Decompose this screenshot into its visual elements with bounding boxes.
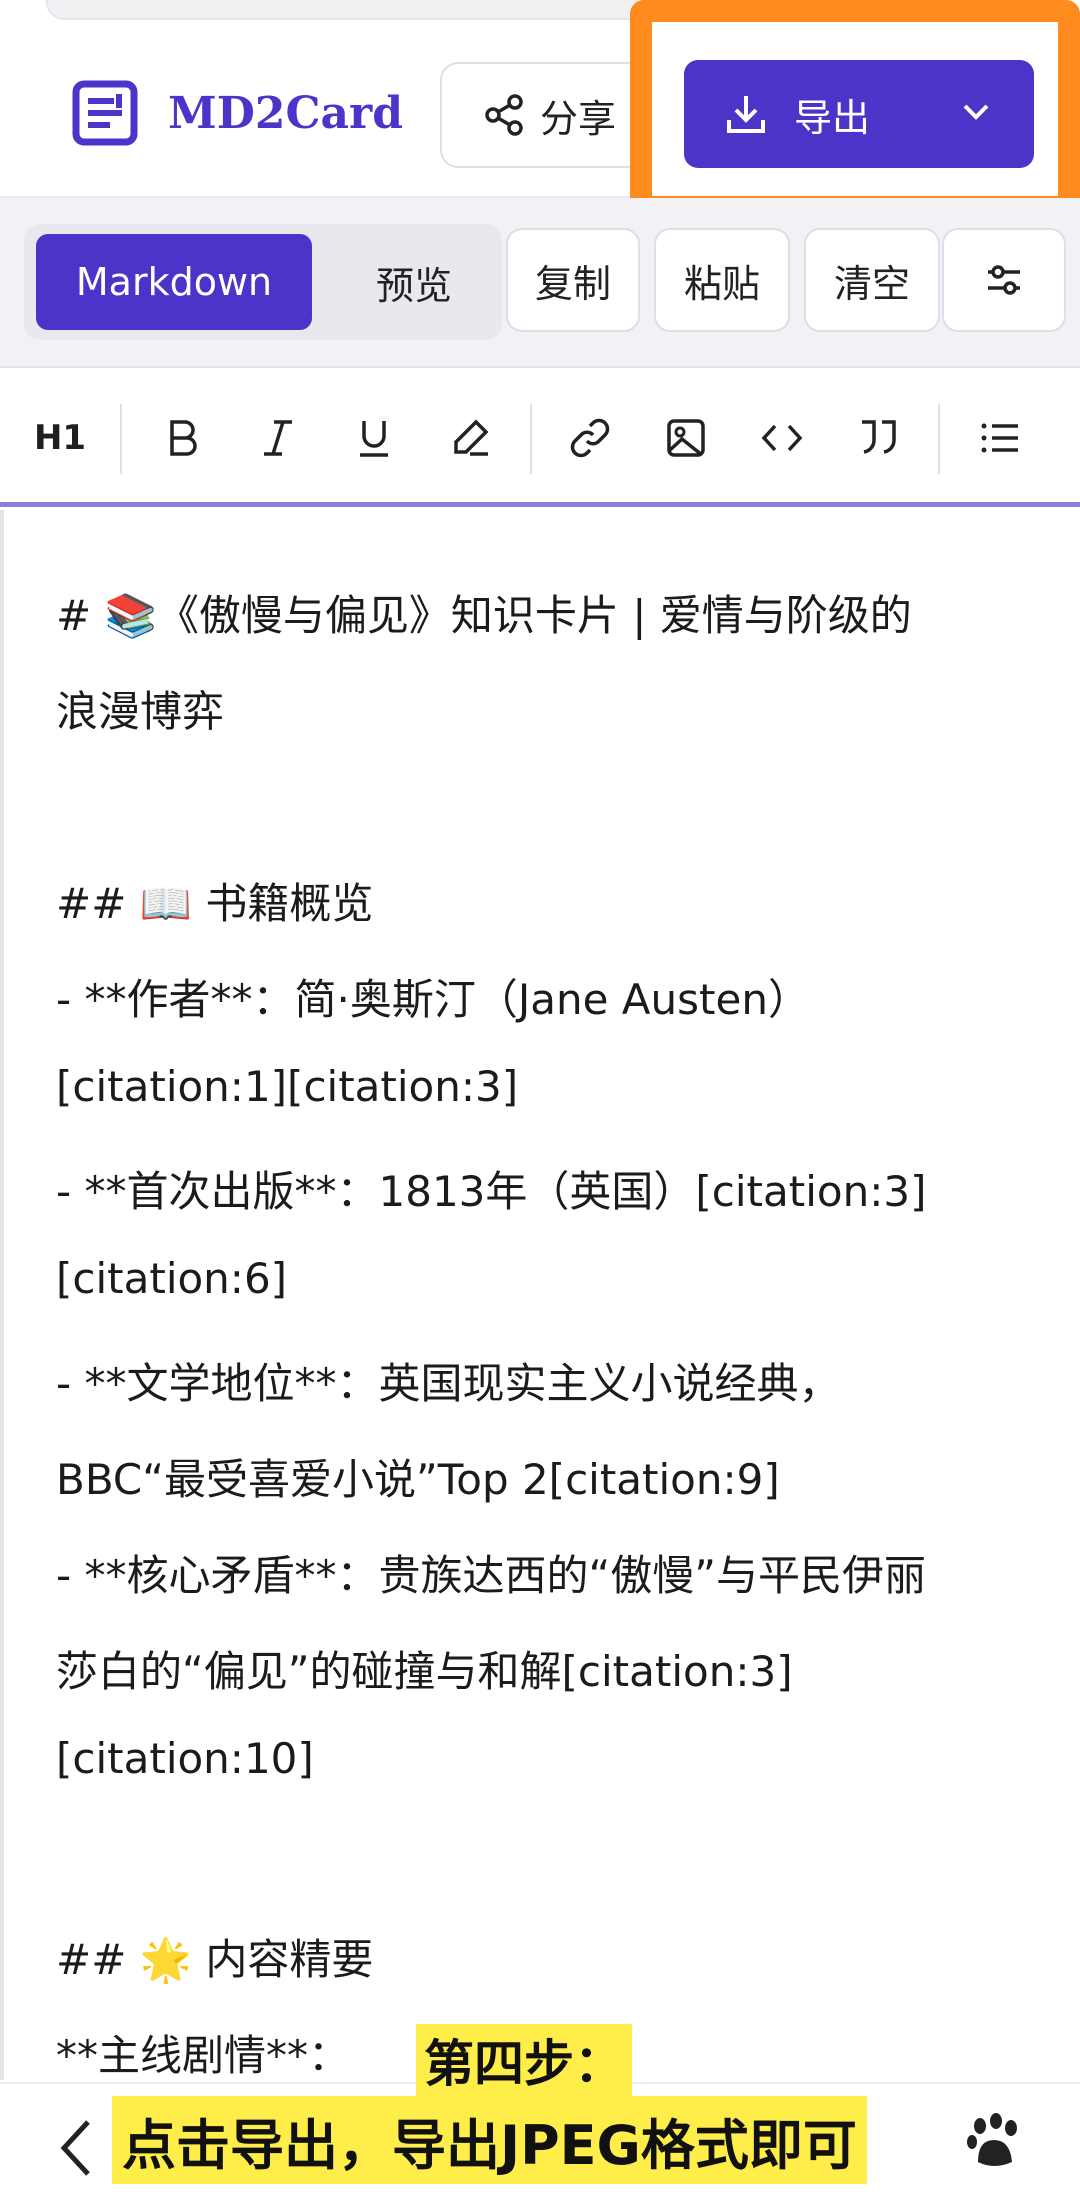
- editor-line: 浪漫博弈: [56, 687, 225, 736]
- export-label: 导出: [794, 95, 871, 140]
- download-icon: [727, 96, 765, 133]
- brand[interactable]: MD2Card: [72, 80, 403, 146]
- logo-icon: [72, 80, 138, 146]
- link-icon: [570, 418, 610, 458]
- underline-button[interactable]: [346, 410, 402, 466]
- markdown-editor[interactable]: # 📚《傲慢与偏见》知识卡片 | 爱情与阶级的 浪漫博弈 ## 📖 书籍概览 -…: [0, 510, 1080, 2080]
- separator: [530, 404, 532, 474]
- settings-button[interactable]: [942, 228, 1066, 332]
- separator: [120, 404, 122, 474]
- bold-button[interactable]: [154, 410, 210, 466]
- list-icon: [981, 423, 1018, 453]
- italic-icon: [264, 420, 292, 456]
- quote-icon: [862, 420, 896, 454]
- step-instruction-caption: 点击导出，导出JPEG格式即可: [112, 2096, 867, 2184]
- image-button[interactable]: [658, 410, 714, 466]
- share-button[interactable]: 分享: [440, 62, 658, 168]
- heading-button[interactable]: H1: [32, 410, 88, 466]
- tab-preview[interactable]: 预览: [326, 234, 502, 330]
- editor-line: - **首次出版**：1813年（英国）[citation:3]: [56, 1167, 927, 1216]
- highlight-button[interactable]: [442, 410, 498, 466]
- editor-line: - **核心矛盾**：贵族达西的“傲慢”与平民伊丽: [56, 1551, 927, 1600]
- separator: [938, 404, 940, 474]
- image-icon: [667, 419, 705, 457]
- italic-button[interactable]: [250, 410, 306, 466]
- editor-line: [citation:6]: [56, 1254, 288, 1303]
- link-button[interactable]: [562, 410, 618, 466]
- heading-label: H1: [33, 418, 87, 458]
- copy-button[interactable]: 复制: [506, 228, 640, 332]
- clear-button[interactable]: 清空: [804, 228, 940, 332]
- paste-button[interactable]: 粘贴: [654, 228, 790, 332]
- editor-line: ## 📖 书籍概览: [56, 879, 374, 928]
- editor-line: ## 🌟 内容精要: [56, 1935, 374, 1984]
- list-button[interactable]: [972, 410, 1028, 466]
- tab-markdown[interactable]: Markdown: [36, 234, 312, 330]
- code-button[interactable]: [754, 410, 810, 466]
- bold-icon: [170, 420, 197, 456]
- chevron-down-icon[interactable]: [958, 94, 994, 130]
- export-button[interactable]: 导出: [684, 60, 1034, 168]
- baidu-paw-icon[interactable]: [964, 2112, 1024, 2172]
- highlighter-icon: [454, 419, 489, 456]
- editor-line: [citation:1][citation:3]: [56, 1062, 519, 1111]
- back-chevron-icon[interactable]: [56, 2116, 96, 2180]
- editor-line: [citation:10]: [56, 1734, 314, 1783]
- share-icon: [485, 94, 523, 136]
- editor-line: 莎白的“偏见”的碰撞与和解[citation:3]: [56, 1647, 793, 1696]
- editor-line: # 📚《傲慢与偏见》知识卡片 | 爱情与阶级的: [56, 591, 912, 640]
- editor-line: - **作者**：简·奥斯汀（Jane Austen）: [56, 975, 810, 1024]
- editor-line: BBC“最受喜爱小说”Top 2[citation:9]: [56, 1455, 780, 1504]
- step-title-caption: 第四步：: [416, 2024, 632, 2096]
- editor-line: **主线剧情**：: [56, 2031, 351, 2080]
- code-icon: [761, 424, 803, 452]
- share-label: 分享: [539, 96, 616, 141]
- editor-line: - **文学地位**：英国现实主义小说经典，: [56, 1359, 841, 1408]
- quote-button[interactable]: [850, 410, 906, 466]
- sliders-icon: [988, 265, 1020, 295]
- underline-icon: [360, 421, 388, 457]
- brand-name: MD2Card: [168, 87, 403, 139]
